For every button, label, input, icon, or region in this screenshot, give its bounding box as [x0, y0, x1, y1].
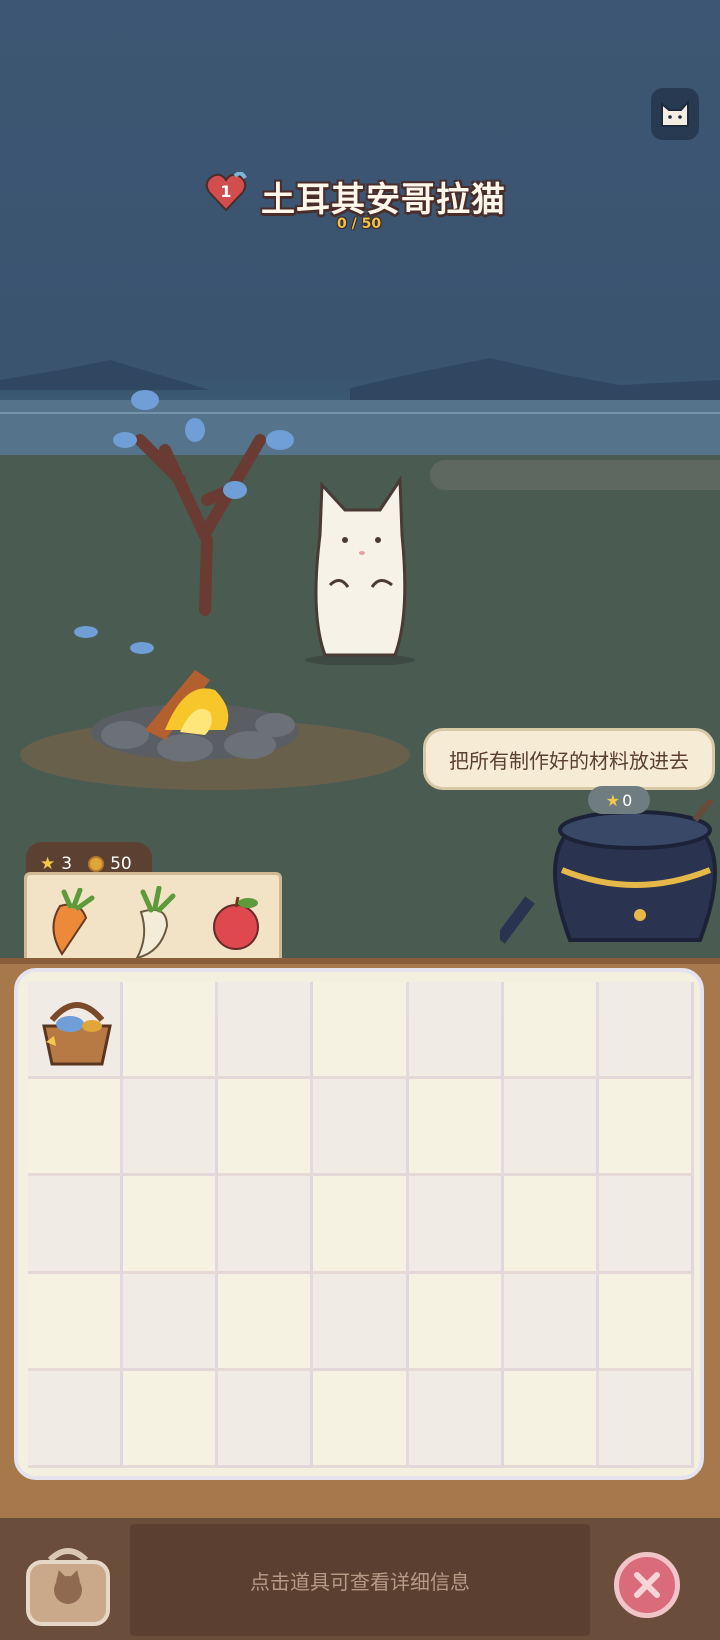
inventory-slot[interactable]: [503, 1176, 599, 1274]
inventory-slot[interactable]: [28, 1079, 124, 1177]
inventory-slot[interactable]: [313, 982, 409, 1080]
game-scene: [0, 0, 720, 980]
cat-name: 土耳其安哥拉猫: [261, 180, 506, 220]
affection-progress: 0 / 50: [337, 216, 382, 232]
star-count: 3: [61, 854, 73, 874]
cat-collection-button[interactable]: [651, 88, 699, 140]
inventory-slot[interactable]: [28, 982, 124, 1080]
cauldron: [500, 800, 717, 944]
cat-face-icon: [661, 99, 689, 127]
inventory-slot[interactable]: [598, 1176, 694, 1274]
inventory-slot[interactable]: [313, 1176, 409, 1274]
inventory-slot[interactable]: [28, 1176, 124, 1274]
pot-star-count: 0: [622, 790, 633, 810]
inventory-slot[interactable]: [408, 982, 504, 1080]
inventory-slot[interactable]: [28, 1273, 124, 1371]
inventory-slot[interactable]: [218, 1176, 314, 1274]
inventory-slot[interactable]: [123, 1370, 219, 1468]
inventory-grid: [28, 982, 694, 1468]
inventory-slot[interactable]: [123, 1176, 219, 1274]
shore-path: [430, 460, 720, 490]
campfire: [91, 670, 299, 762]
petal: [74, 626, 154, 654]
inventory-slot[interactable]: [503, 982, 599, 1080]
inventory-slot[interactable]: [598, 1370, 694, 1468]
star-icon: ★: [40, 854, 56, 874]
inventory-slot[interactable]: [598, 1273, 694, 1371]
hint-text: 点击道具可查看详细信息: [130, 1524, 590, 1636]
coin-count: 50: [110, 854, 132, 874]
inventory-slot[interactable]: [313, 1079, 409, 1177]
speech-bubble: 把所有制作好的材料放进去: [423, 728, 715, 790]
bag-button[interactable]: [20, 1540, 116, 1630]
inventory-slot[interactable]: [123, 1273, 219, 1371]
cat-header: 1 土耳其安哥拉猫 0 / 50: [205, 168, 525, 238]
close-icon: [634, 1572, 660, 1598]
basket-icon[interactable]: [36, 990, 118, 1072]
inventory-slot[interactable]: [598, 1079, 694, 1177]
coin-icon: [88, 856, 105, 872]
inventory-slot[interactable]: [503, 1370, 599, 1468]
inventory-slot[interactable]: [408, 1370, 504, 1468]
inventory-slot[interactable]: [313, 1273, 409, 1371]
inventory-slot[interactable]: [123, 1079, 219, 1177]
apple-icon[interactable]: [206, 893, 266, 953]
inventory-panel: [14, 968, 704, 1480]
cat-character: [305, 475, 415, 665]
pot-star-counter: ★ 0: [588, 786, 650, 814]
inventory-slot[interactable]: [123, 982, 219, 1080]
inventory-slot[interactable]: [503, 1079, 599, 1177]
inventory-slot[interactable]: [408, 1273, 504, 1371]
inventory-slot[interactable]: [218, 982, 314, 1080]
inventory-slot[interactable]: [313, 1370, 409, 1468]
carrot-icon[interactable]: [40, 888, 100, 958]
inventory-slot[interactable]: [218, 1273, 314, 1371]
inventory-slot[interactable]: [218, 1079, 314, 1177]
inventory-slot[interactable]: [408, 1079, 504, 1177]
tree: [113, 390, 294, 616]
inventory-slot[interactable]: [218, 1370, 314, 1468]
close-button[interactable]: [614, 1552, 680, 1618]
bag-icon: [26, 1548, 110, 1626]
inventory-slot[interactable]: [598, 982, 694, 1080]
star-icon: ★: [605, 790, 621, 810]
inventory-slot[interactable]: [408, 1176, 504, 1274]
inventory-slot[interactable]: [28, 1370, 124, 1468]
radish-icon[interactable]: [125, 886, 181, 960]
inventory-slot[interactable]: [503, 1273, 599, 1371]
level-number: 1: [220, 182, 232, 201]
